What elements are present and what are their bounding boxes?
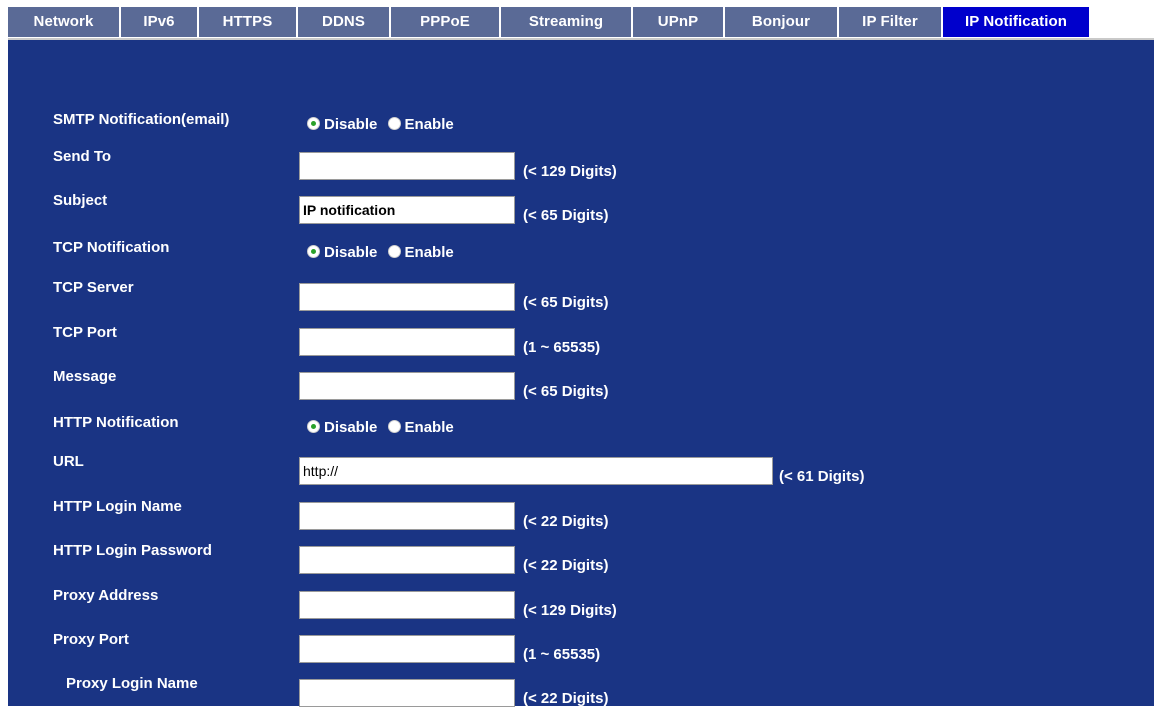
http-login-name-input[interactable]	[299, 502, 515, 530]
subject-row: Subject (< 65 Digits)	[8, 192, 1154, 232]
tab-ip-notification[interactable]: IP Notification	[943, 7, 1091, 37]
http-notification-radios: Disable Enable	[307, 419, 460, 436]
http-notification-label: HTTP Notification	[53, 414, 179, 431]
radio-unchecked-icon	[387, 245, 401, 258]
subject-input[interactable]	[299, 196, 515, 224]
radio-unchecked-icon	[387, 117, 401, 130]
http-login-name-row: HTTP Login Name (< 22 Digits)	[8, 498, 1154, 538]
url-hint: (< 61 Digits)	[779, 468, 865, 485]
ip-notification-panel: SMTP Notification(email) Disable Enable …	[8, 40, 1154, 707]
smtp-notification-row: SMTP Notification(email) Disable Enable	[8, 111, 1154, 151]
tab-bar: Network IPv6 HTTPS DDNS PPPoE Streaming …	[8, 7, 1154, 39]
tcp-port-input[interactable]	[299, 328, 515, 356]
send-to-row: Send To (< 129 Digits)	[8, 148, 1154, 188]
tab-ipv6[interactable]: IPv6	[121, 7, 199, 37]
tcp-server-hint: (< 65 Digits)	[523, 294, 609, 311]
tab-pppoe[interactable]: PPPoE	[391, 7, 501, 37]
url-row: URL (< 61 Digits)	[8, 453, 1154, 493]
http-login-name-label: HTTP Login Name	[53, 498, 182, 515]
subject-hint: (< 65 Digits)	[523, 207, 609, 224]
proxy-port-input[interactable]	[299, 635, 515, 663]
tcp-server-row: TCP Server (< 65 Digits)	[8, 279, 1154, 319]
proxy-port-row: Proxy Port (1 ~ 65535)	[8, 631, 1154, 671]
tab-network[interactable]: Network	[8, 7, 121, 37]
radio-disable-label: Disable	[324, 419, 378, 436]
send-to-input[interactable]	[299, 152, 515, 180]
http-login-name-hint: (< 22 Digits)	[523, 513, 609, 530]
http-login-password-input[interactable]	[299, 546, 515, 574]
radio-enable-label: Enable	[404, 244, 454, 261]
http-login-password-hint: (< 22 Digits)	[523, 557, 609, 574]
smtp-disable-radio[interactable]: Disable	[307, 116, 377, 133]
subject-label: Subject	[53, 192, 108, 209]
radio-checked-icon	[307, 117, 320, 130]
proxy-address-row: Proxy Address (< 129 Digits)	[8, 587, 1154, 627]
http-enable-radio[interactable]: Enable	[387, 419, 454, 436]
radio-unchecked-icon	[387, 420, 401, 433]
proxy-address-label: Proxy Address	[53, 587, 159, 604]
url-input[interactable]	[299, 457, 773, 485]
proxy-address-input[interactable]	[299, 591, 515, 619]
tcp-server-input[interactable]	[299, 283, 515, 311]
tab-streaming[interactable]: Streaming	[501, 7, 633, 37]
http-notification-row: HTTP Notification Disable Enable	[8, 414, 1154, 454]
tcp-enable-radio[interactable]: Enable	[387, 244, 454, 261]
smtp-notification-radios: Disable Enable	[307, 116, 460, 133]
proxy-port-hint: (1 ~ 65535)	[523, 646, 601, 663]
tab-upnp[interactable]: UPnP	[633, 7, 725, 37]
tcp-notification-row: TCP Notification Disable Enable	[8, 239, 1154, 279]
url-label: URL	[53, 453, 84, 470]
radio-checked-icon	[307, 245, 320, 258]
tcp-notification-label: TCP Notification	[53, 239, 170, 256]
http-disable-radio[interactable]: Disable	[307, 419, 377, 436]
proxy-address-hint: (< 129 Digits)	[523, 602, 617, 619]
tab-https[interactable]: HTTPS	[199, 7, 298, 37]
radio-checked-icon	[307, 420, 320, 433]
proxy-login-name-label: Proxy Login Name	[66, 675, 198, 692]
tcp-port-hint: (1 ~ 65535)	[523, 339, 601, 356]
tcp-disable-radio[interactable]: Disable	[307, 244, 377, 261]
proxy-port-label: Proxy Port	[53, 631, 129, 648]
message-row: Message (< 65 Digits)	[8, 368, 1154, 408]
tab-bonjour[interactable]: Bonjour	[725, 7, 839, 37]
radio-enable-label: Enable	[404, 419, 454, 436]
tab-ddns[interactable]: DDNS	[298, 7, 391, 37]
smtp-notification-label: SMTP Notification(email)	[53, 111, 230, 128]
radio-disable-label: Disable	[324, 244, 378, 261]
proxy-login-name-row: Proxy Login Name (< 22 Digits)	[8, 675, 1154, 715]
tab-ip-filter[interactable]: IP Filter	[839, 7, 943, 37]
radio-disable-label: Disable	[324, 116, 378, 133]
tcp-server-label: TCP Server	[53, 279, 134, 296]
send-to-hint: (< 129 Digits)	[523, 163, 617, 180]
radio-enable-label: Enable	[404, 116, 454, 133]
http-login-password-row: HTTP Login Password (< 22 Digits)	[8, 542, 1154, 582]
message-input[interactable]	[299, 372, 515, 400]
tcp-port-label: TCP Port	[53, 324, 117, 341]
tcp-port-row: TCP Port (1 ~ 65535)	[8, 324, 1154, 364]
smtp-enable-radio[interactable]: Enable	[387, 116, 454, 133]
tcp-notification-radios: Disable Enable	[307, 244, 460, 261]
http-login-password-label: HTTP Login Password	[53, 542, 212, 559]
proxy-login-name-input[interactable]	[299, 679, 515, 707]
proxy-login-name-hint: (< 22 Digits)	[523, 690, 609, 707]
message-label: Message	[53, 368, 117, 385]
send-to-label: Send To	[53, 148, 112, 165]
message-hint: (< 65 Digits)	[523, 383, 609, 400]
